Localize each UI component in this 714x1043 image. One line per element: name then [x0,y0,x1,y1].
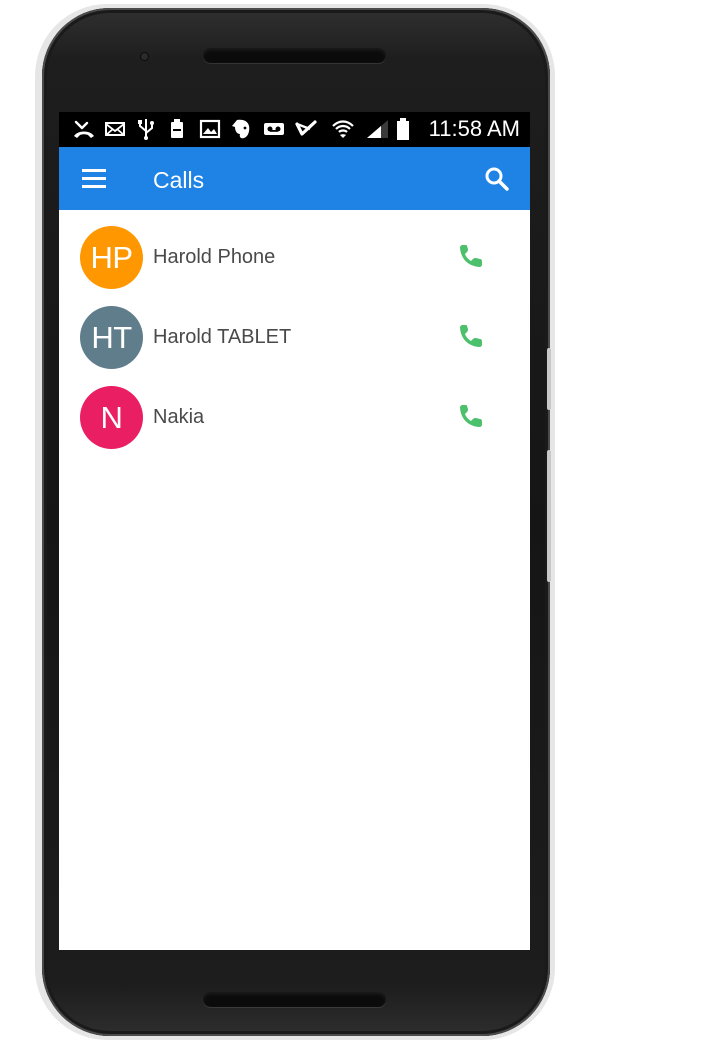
app-bar: Calls [59,147,530,210]
phone-icon [460,245,482,267]
call-button[interactable] [456,241,486,271]
call-button[interactable] [456,401,486,431]
checkmark-icon [295,119,317,139]
calls-list: HP Harold Phone HT Harold TABLET N Nakia [59,210,530,950]
status-time: 11:58 AM [428,116,520,141]
menu-button[interactable] [77,164,111,194]
missed-call-icon [72,119,96,139]
signal-icon [365,119,390,139]
phone-icon [460,405,482,427]
image-icon [199,119,221,139]
device-mockup: 11:58 AM Calls HP Harold Phone HT Harold… [0,0,714,1043]
voicemail-icon [262,119,286,139]
phone-icon [460,325,482,347]
status-bar: 11:58 AM [59,112,530,147]
contact-name: Nakia [153,406,205,428]
page-title: Calls [153,167,205,193]
evernote-icon [231,119,253,139]
contact-avatar: HP [80,226,143,289]
contact-avatar: N [80,386,143,449]
front-camera [141,53,148,60]
usb-icon [137,119,155,140]
contact-avatar: HT [80,306,143,369]
search-icon [485,167,509,191]
contact-name: Harold Phone [153,246,276,268]
phone-screen: 11:58 AM Calls HP Harold Phone HT Harold… [59,112,530,950]
call-row-harold-tablet[interactable]: HT Harold TABLET [59,290,530,370]
call-button[interactable] [456,321,486,351]
power-button [547,348,551,410]
top-speaker [203,48,386,63]
menu-icon [82,169,106,188]
volume-button [547,450,551,582]
battery-icon [394,118,412,140]
wifi-icon [330,119,356,139]
battery-full-icon [168,119,186,139]
contact-name: Harold TABLET [153,326,292,348]
email-icon [104,119,126,139]
bottom-speaker [203,992,386,1007]
call-row-nakia[interactable]: N Nakia [59,370,530,450]
call-row-harold-phone[interactable]: HP Harold Phone [59,210,530,290]
search-button[interactable] [482,164,512,194]
